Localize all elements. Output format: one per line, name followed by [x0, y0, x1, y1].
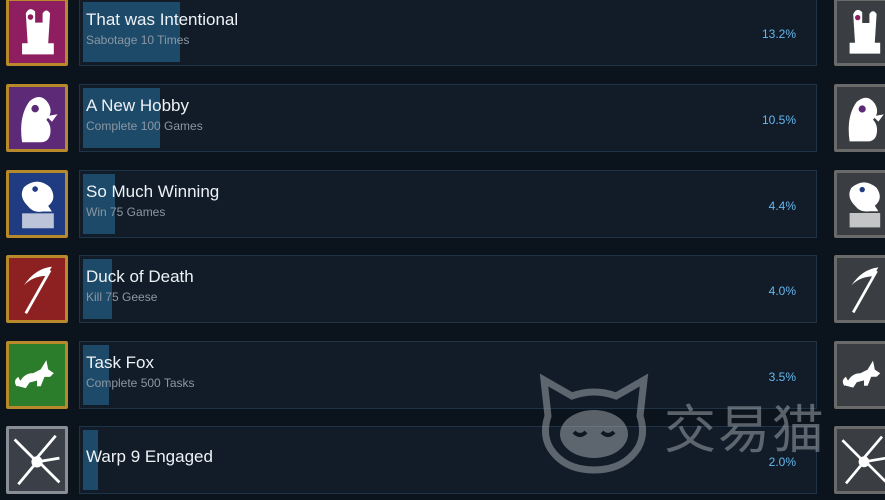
achievement-progress-panel: That was Intentional Sabotage 10 Times 13.… [79, 0, 817, 66]
achievement-row[interactable]: Duck of Death Kill 75 Geese 4.0% [0, 255, 885, 329]
unlock-percentage: 10.5% [761, 113, 796, 127]
achievement-progress-panel: So Much Winning Win 75 Games 4.4% [79, 170, 817, 238]
scythe-icon [851, 267, 879, 314]
tombstone-icon [22, 9, 54, 55]
achievement-icon [6, 0, 68, 66]
achievement-icon [6, 170, 68, 238]
achievement-description: Kill 75 Geese [86, 290, 158, 304]
achievement-description: Complete 500 Tasks [86, 376, 195, 390]
ghost-duck-icon [21, 96, 58, 143]
achievement-description: Complete 100 Games [86, 119, 203, 133]
achievement-icon [6, 341, 68, 409]
watermark-text: 交易猫 [664, 401, 827, 461]
achievement-progress-panel: Duck of Death Kill 75 Geese 4.0% [79, 255, 817, 323]
watermark: 交易猫 [534, 372, 864, 476]
cat-logo-icon [539, 373, 649, 474]
achievement-title: Warp 9 Engaged [86, 447, 213, 466]
achievement-row[interactable]: So Much Winning Win 75 Games 4.4% [0, 170, 885, 244]
achievement-icon [6, 255, 68, 323]
fox-icon [14, 360, 54, 389]
unlock-percentage: 4.0% [768, 284, 796, 298]
trophy-duck-icon [849, 182, 881, 228]
achievement-icon-locked [834, 0, 885, 66]
tombstone-icon [849, 9, 881, 54]
unlock-percentage: 13.2% [761, 27, 796, 41]
warp-icon [13, 434, 61, 486]
unlock-percentage: 4.4% [768, 199, 796, 213]
achievement-icon [6, 426, 68, 494]
achievement-icon-locked [834, 84, 885, 152]
scythe-icon [23, 266, 52, 314]
trophy-duck-icon [21, 181, 54, 229]
achievement-title: Duck of Death [86, 267, 194, 286]
achievement-title: That was Intentional [86, 10, 239, 29]
achievement-title: A New Hobby [86, 96, 189, 115]
achievement-icon-locked [834, 255, 885, 323]
achievement-row[interactable]: A New Hobby Complete 100 Games 10.5% [0, 84, 885, 158]
achievement-title: So Much Winning [86, 182, 220, 201]
achievement-description: Win 75 Games [86, 205, 166, 219]
achievement-title: Task Fox [86, 353, 155, 372]
achievement-progress-panel: A New Hobby Complete 100 Games 10.5% [79, 84, 817, 152]
achievement-icon-locked [834, 170, 885, 238]
achievement-row[interactable]: That was Intentional Sabotage 10 Times 13.… [0, 0, 885, 72]
ghost-duck-icon [848, 97, 884, 142]
achievement-icon [6, 84, 68, 152]
achievement-description: Sabotage 10 Times [86, 33, 190, 47]
